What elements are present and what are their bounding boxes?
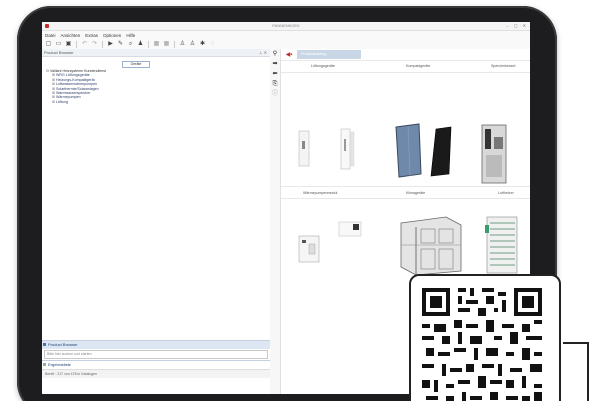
category-label[interactable]: Klimageräte (406, 191, 425, 195)
category-label[interactable]: Kompaktgeräte (406, 64, 430, 68)
person2-icon[interactable]: ♙ (189, 41, 196, 48)
new-icon[interactable]: ▢ (45, 41, 52, 48)
tab-product-browser[interactable]: Product Browser (42, 340, 270, 349)
user-icon[interactable]: ♟ (137, 41, 144, 48)
explorer-search-field[interactable]: Geräte (122, 61, 150, 68)
zoom-icon[interactable]: ⌕ (127, 41, 134, 48)
list-icon (43, 363, 46, 366)
product-explorer-panel: Product Browser ⊥ ✕ Geräte ⊟Vaillant Hei… (42, 49, 271, 394)
product-tile-storage[interactable] (476, 119, 521, 189)
redo-icon[interactable]: ↷ (91, 41, 98, 48)
pencil-icon[interactable]: ✎ (117, 41, 124, 48)
status-bar: Bereit · 217 von 478 in Katalogen (42, 369, 270, 378)
menu-item-extras[interactable]: Extras (85, 33, 98, 38)
tab-catalog[interactable]: Produktkatalog (297, 50, 361, 59)
brand-logo-icon: ◀▪ (285, 52, 293, 58)
tab-results[interactable]: Ergebnisliste (42, 360, 270, 369)
category-label[interactable]: Speicherkessel (491, 64, 515, 68)
product-tile-heatpump-module[interactable] (291, 214, 381, 274)
open-icon[interactable]: ▭ (55, 41, 62, 48)
menu-bar: Datei Ansichten Extras Optionen Hilfe (42, 31, 530, 39)
info-icon[interactable]: ⓘ (270, 89, 280, 99)
menu-item-datei[interactable]: Datei (45, 33, 56, 38)
product-tile-air-heater[interactable] (481, 209, 521, 279)
help-icon[interactable]: ◌ (209, 41, 216, 48)
arrow-left-icon[interactable]: ⬅ (270, 69, 280, 79)
person-icon[interactable]: ♙ (179, 41, 186, 48)
product-tile-chiller[interactable] (391, 209, 481, 279)
corner-bracket (563, 342, 589, 401)
explorer-title: Product Browser (44, 50, 74, 55)
title-bar: PANNENKOEK – ▢ ✕ (42, 22, 530, 31)
pin-icon[interactable]: ⊥ ✕ (259, 49, 267, 56)
gear-icon[interactable]: ✱ (199, 41, 206, 48)
window-controls[interactable]: – ▢ ✕ (506, 23, 528, 28)
save-icon[interactable]: ▣ (65, 41, 72, 48)
product-tile-ventilation[interactable] (291, 119, 401, 179)
tool-strip: ⚲ ➡ ⬅ ⎘ ⓘ (270, 49, 281, 394)
explorer-bottom: Product Browser Bitte hier suchen und st… (42, 340, 270, 394)
category-label[interactable]: Lüftungsgeräte (311, 64, 335, 68)
pin-tool-icon[interactable]: ⚲ (270, 49, 280, 59)
category-label[interactable]: Wärmepumpenmodul (303, 191, 337, 195)
menu-item-optionen[interactable]: Optionen (103, 33, 121, 38)
explorer-tree: ⊟Vaillant Heizsysteme Kundendienst ⊞WRG … (46, 69, 106, 104)
tree-item[interactable]: ⊞Lüftung (46, 100, 106, 104)
arrow-right-icon[interactable]: ➡ (270, 59, 280, 69)
browser-icon (43, 343, 46, 346)
grid-icon[interactable]: ▦ (153, 41, 160, 48)
window-title: PANNENKOEK (272, 23, 300, 28)
menu-item-ansichten[interactable]: Ansichten (61, 33, 81, 38)
search-input[interactable]: Bitte hier suchen und starten (44, 350, 268, 359)
catalog-header: ◀▪ Produktkatalog (281, 49, 530, 60)
qr-code-icon[interactable] (418, 284, 546, 401)
cursor-icon[interactable]: ▶ (107, 41, 114, 48)
page: PANNENKOEK – ▢ ✕ Datei Ansichten Extras … (0, 0, 598, 401)
explorer-header: Product Browser ⊥ ✕ (42, 49, 270, 57)
category-label[interactable]: Luftheizer (498, 191, 514, 195)
grid2-icon[interactable]: ▦ (163, 41, 170, 48)
undo-icon[interactable]: ↶ (81, 41, 88, 48)
copy-icon[interactable]: ⎘ (270, 79, 280, 89)
menu-item-hilfe[interactable]: Hilfe (126, 33, 135, 38)
